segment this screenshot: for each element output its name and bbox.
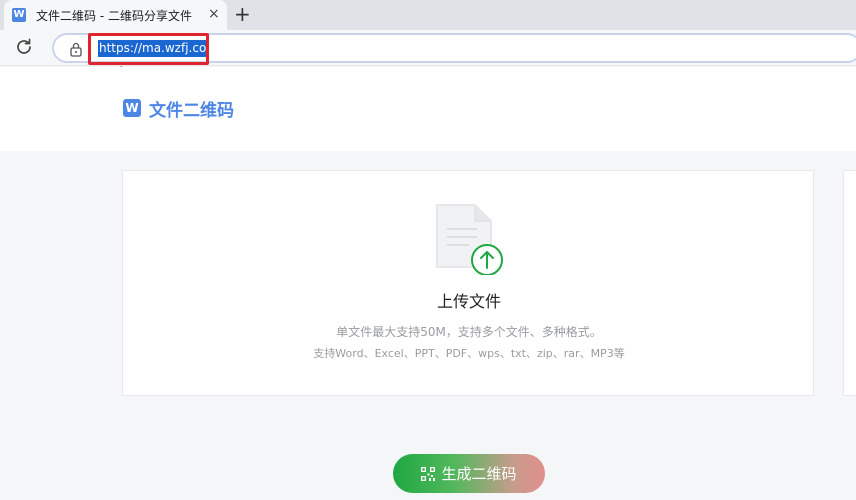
logo-icon[interactable]: W: [123, 99, 141, 117]
upload-size-hint: 单文件最大支持50M，支持多个文件、多种格式。: [336, 325, 602, 339]
generate-qr-label: 生成二维码: [441, 465, 517, 483]
upload-title: 上传文件: [436, 292, 501, 311]
lock-icon[interactable]: [68, 41, 84, 57]
site-header: W 文件二维码: [0, 67, 856, 151]
tab-active[interactable]: W 文件二维码 - 二维码分享文件 ×: [4, 0, 227, 30]
upload-format-hint: 支持Word、Excel、PPT、PDF、wps、txt、zip、rar、MP3…: [313, 347, 625, 360]
tab-favicon-icon: W: [12, 8, 26, 22]
generate-qr-button[interactable]: 生成二维码: [393, 454, 545, 493]
reload-icon[interactable]: [13, 36, 35, 58]
document-upload-icon[interactable]: [435, 203, 505, 275]
close-icon[interactable]: ×: [208, 5, 220, 23]
new-tab-icon[interactable]: +: [234, 3, 251, 25]
annotation-highlight-box: [88, 33, 209, 65]
qr-code-icon: [421, 466, 436, 481]
tab-strip: W 文件二维码 - 二维码分享文件 × +: [0, 0, 856, 30]
site-logo-text[interactable]: 文件二维码: [149, 96, 234, 121]
tab-title: 文件二维码 - 二维码分享文件: [36, 9, 192, 23]
side-panel: [843, 170, 856, 396]
upload-dropzone[interactable]: 上传文件 单文件最大支持50M，支持多个文件、多种格式。 支持Word、Exce…: [122, 170, 814, 396]
